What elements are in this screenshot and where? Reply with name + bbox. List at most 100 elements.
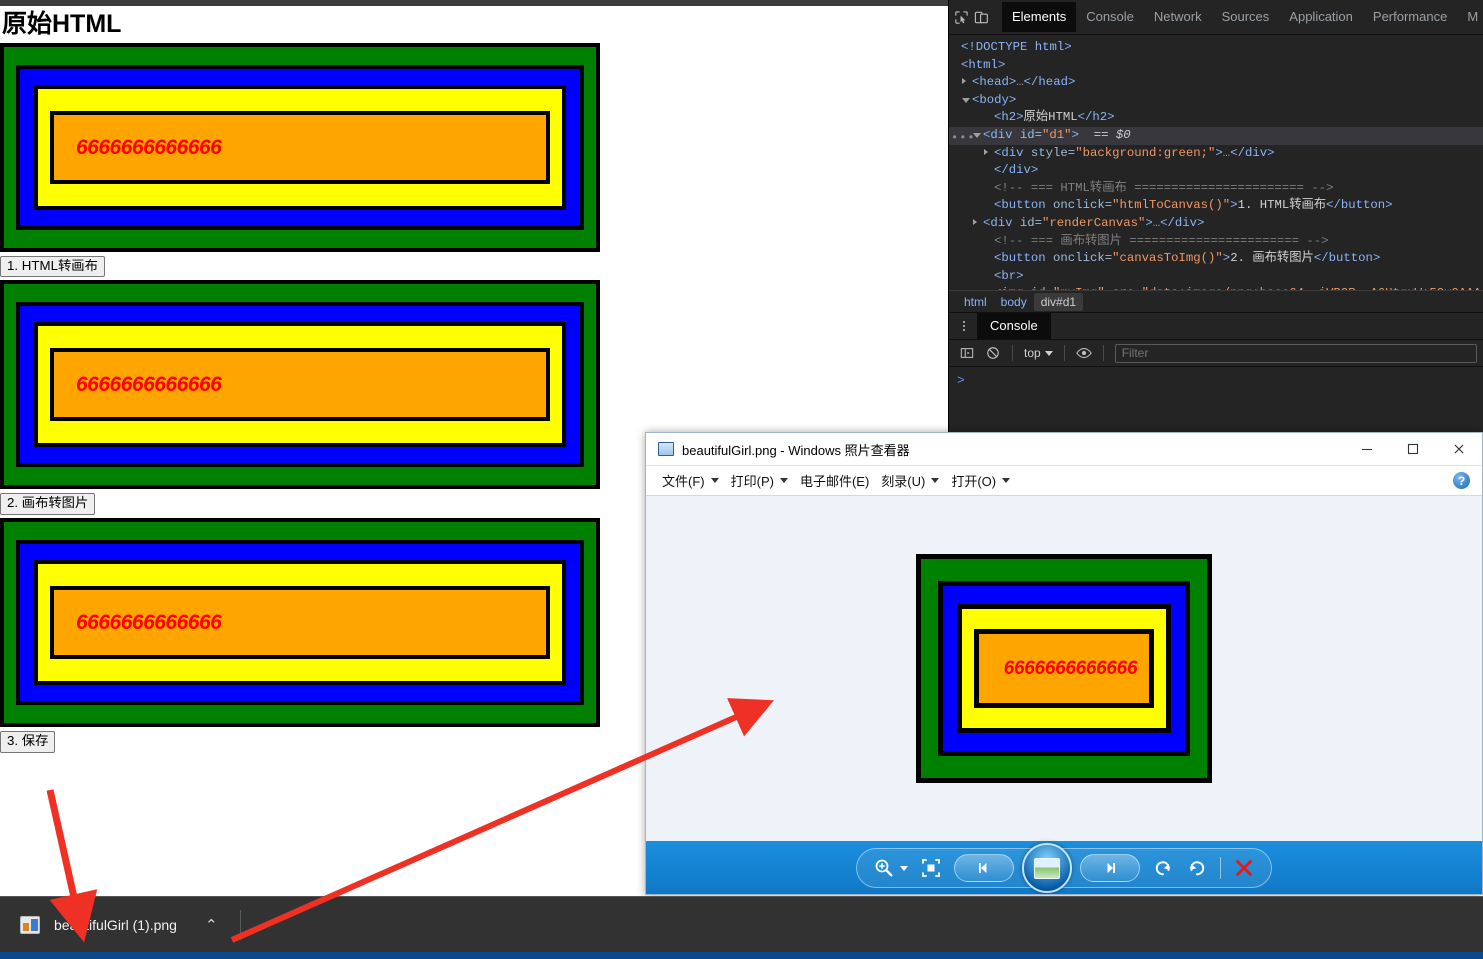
yellow-box: 6666666666666: [34, 322, 566, 448]
image-blue-box: 6666666666666: [937, 581, 1191, 756]
image-orange-box: 6666666666666: [973, 629, 1155, 708]
image-six-text: 6666666666666: [1003, 658, 1138, 679]
html-to-canvas-button[interactable]: 1. HTML转画布: [0, 255, 105, 278]
tab-sources[interactable]: Sources: [1212, 2, 1280, 32]
collapse-triangle-icon[interactable]: [962, 97, 970, 106]
dom-tree-line[interactable]: ••• <div id="d1"> == $0: [949, 126, 1483, 145]
breadcrumb-div-d1[interactable]: div#d1: [1033, 292, 1084, 311]
dom-tree-line[interactable]: <!DOCTYPE html>: [949, 39, 1483, 57]
dom-token: >: [1230, 198, 1238, 213]
live-expression-eye-icon[interactable]: [1072, 342, 1096, 364]
photo-viewer-app-icon: [658, 442, 674, 456]
dom-token: <button: [994, 198, 1054, 213]
inspect-element-icon[interactable]: [954, 4, 969, 30]
minimize-button[interactable]: [1344, 433, 1390, 466]
breadcrumb-body[interactable]: body: [994, 293, 1034, 311]
dom-token: </div>: [1160, 215, 1205, 230]
menu-burn[interactable]: 刻录(U): [875, 468, 945, 493]
expand-triangle-icon[interactable]: [962, 78, 966, 85]
dom-token: <!DOCTYPE html>: [961, 40, 1072, 54]
dom-tree-line[interactable]: <div style="background:green;">…</div>: [949, 145, 1483, 163]
dom-token: <div: [983, 127, 1020, 142]
next-icon[interactable]: [1080, 854, 1140, 882]
expand-triangle-icon[interactable]: [973, 218, 977, 225]
dom-tree-line[interactable]: <body>: [949, 92, 1483, 110]
dom-token: "myImg": [1053, 286, 1105, 290]
canvas-to-image-button[interactable]: 2. 画布转图片: [0, 493, 96, 515]
dom-tree-line[interactable]: <head>…</head>: [949, 74, 1483, 92]
dom-token: >: [1215, 145, 1223, 160]
dom-token: <div: [983, 215, 1020, 230]
dom-tree-line[interactable]: <img id="myImg" src="data:image/png;base…: [949, 285, 1483, 290]
save-button[interactable]: 3. 保存: [0, 730, 56, 753]
dom-token: 原始HTML: [1023, 110, 1078, 125]
dom-tree-line[interactable]: <!-- === HTML转画布 =======================…: [949, 180, 1483, 198]
dom-token: onclick=: [1053, 251, 1113, 266]
maximize-button[interactable]: [1390, 433, 1436, 466]
tab-network[interactable]: Network: [1144, 2, 1212, 32]
console-filter-input[interactable]: [1114, 343, 1477, 363]
dom-tree-line[interactable]: <h2>原始HTML</h2>: [949, 109, 1483, 127]
dom-token: onclick=: [1053, 198, 1113, 213]
breadcrumb-html[interactable]: html: [957, 293, 994, 311]
tab-performance[interactable]: Performance: [1363, 2, 1457, 32]
dom-token: == $0: [1078, 127, 1131, 142]
menu-file[interactable]: 文件(F): [656, 468, 725, 493]
rendered-canvas-box: 6666666666666: [0, 280, 600, 490]
delete-icon[interactable]: [1233, 857, 1255, 879]
dom-tree-line[interactable]: <html>: [949, 57, 1483, 75]
device-toolbar-icon[interactable]: [974, 4, 989, 30]
dom-token: <head>: [972, 75, 1017, 90]
dom-tree-line[interactable]: <div id="renderCanvas">…</div>: [949, 215, 1483, 233]
photo-viewer-menubar: 文件(F) 打印(P) 电子邮件(E) 刻录(U) 打开(O) ?: [646, 466, 1482, 496]
previous-icon[interactable]: [954, 854, 1014, 882]
dom-token: <!-- === 画布转图片 ======================= -…: [994, 233, 1329, 248]
dom-tree-line[interactable]: <button onclick="canvasToImg()">2. 画布转图片…: [949, 250, 1483, 268]
menu-open[interactable]: 打开(O): [945, 468, 1016, 493]
dom-token: 1. HTML转画布: [1237, 198, 1327, 213]
dom-token: <body>: [972, 92, 1017, 107]
dom-tree[interactable]: <!DOCTYPE html> <html> <head>…</head> <body…: [949, 35, 1483, 290]
expand-triangle-icon[interactable]: [984, 148, 988, 155]
chevron-up-icon[interactable]: ⌃: [205, 916, 218, 934]
clear-console-icon[interactable]: [981, 342, 1005, 364]
yellow-box: 6666666666666: [34, 84, 566, 210]
image-file-icon: [20, 915, 40, 934]
rotate-left-icon[interactable]: [1152, 857, 1174, 879]
close-button[interactable]: [1436, 433, 1482, 466]
download-item[interactable]: beautifulGirl (1).png ⌃: [0, 905, 224, 945]
dom-tree-line[interactable]: </div>: [949, 162, 1483, 180]
menu-email[interactable]: 电子邮件(E): [794, 468, 875, 493]
dom-tree-line[interactable]: <!-- === 画布转图片 ======================= -…: [949, 233, 1483, 251]
download-bar: beautifulGirl (1).png ⌃: [0, 896, 1483, 952]
dom-tree-line[interactable]: <button onclick="htmlToCanvas()">1. HTML…: [949, 197, 1483, 215]
tab-application[interactable]: Application: [1279, 2, 1363, 32]
play-slideshow-icon[interactable]: [1022, 843, 1072, 893]
tab-console[interactable]: Console: [1076, 2, 1144, 32]
six-text: 6666666666666: [76, 610, 222, 634]
console-context-selector[interactable]: top: [1020, 346, 1057, 360]
photo-viewer-titlebar[interactable]: beautifulGirl.png - Windows 照片查看器: [646, 433, 1482, 466]
fit-to-window-icon[interactable]: [920, 857, 942, 879]
console-sidebar-icon[interactable]: [955, 342, 979, 364]
dom-token: "renderCanvas": [1042, 215, 1146, 230]
zoom-icon[interactable]: [873, 857, 908, 879]
dom-token: id=: [1031, 286, 1053, 290]
menu-print[interactable]: 打印(P): [725, 468, 794, 493]
drawer-tab-console[interactable]: Console: [977, 313, 1051, 339]
blue-box: 6666666666666: [16, 64, 584, 230]
console-toolbar: top: [949, 340, 1483, 367]
help-icon[interactable]: ?: [1453, 472, 1470, 489]
photo-viewer-image-area: 6666666666666: [646, 496, 1482, 841]
page-title: 原始HTML: [2, 10, 122, 38]
devtools-tabbar: Elements Console Network Sources Applica…: [949, 0, 1483, 35]
dom-tree-line[interactable]: <br>: [949, 268, 1483, 286]
dom-token: src=: [1105, 286, 1142, 290]
tab-memory[interactable]: M: [1457, 2, 1483, 32]
photo-viewer-toolbar: [646, 841, 1482, 894]
rotate-right-icon[interactable]: [1186, 857, 1208, 879]
tab-elements[interactable]: Elements: [1002, 2, 1077, 32]
more-options-icon[interactable]: [954, 321, 974, 331]
dom-token: </div>: [1230, 145, 1275, 160]
menu-open-label: 打开(O): [951, 474, 997, 489]
